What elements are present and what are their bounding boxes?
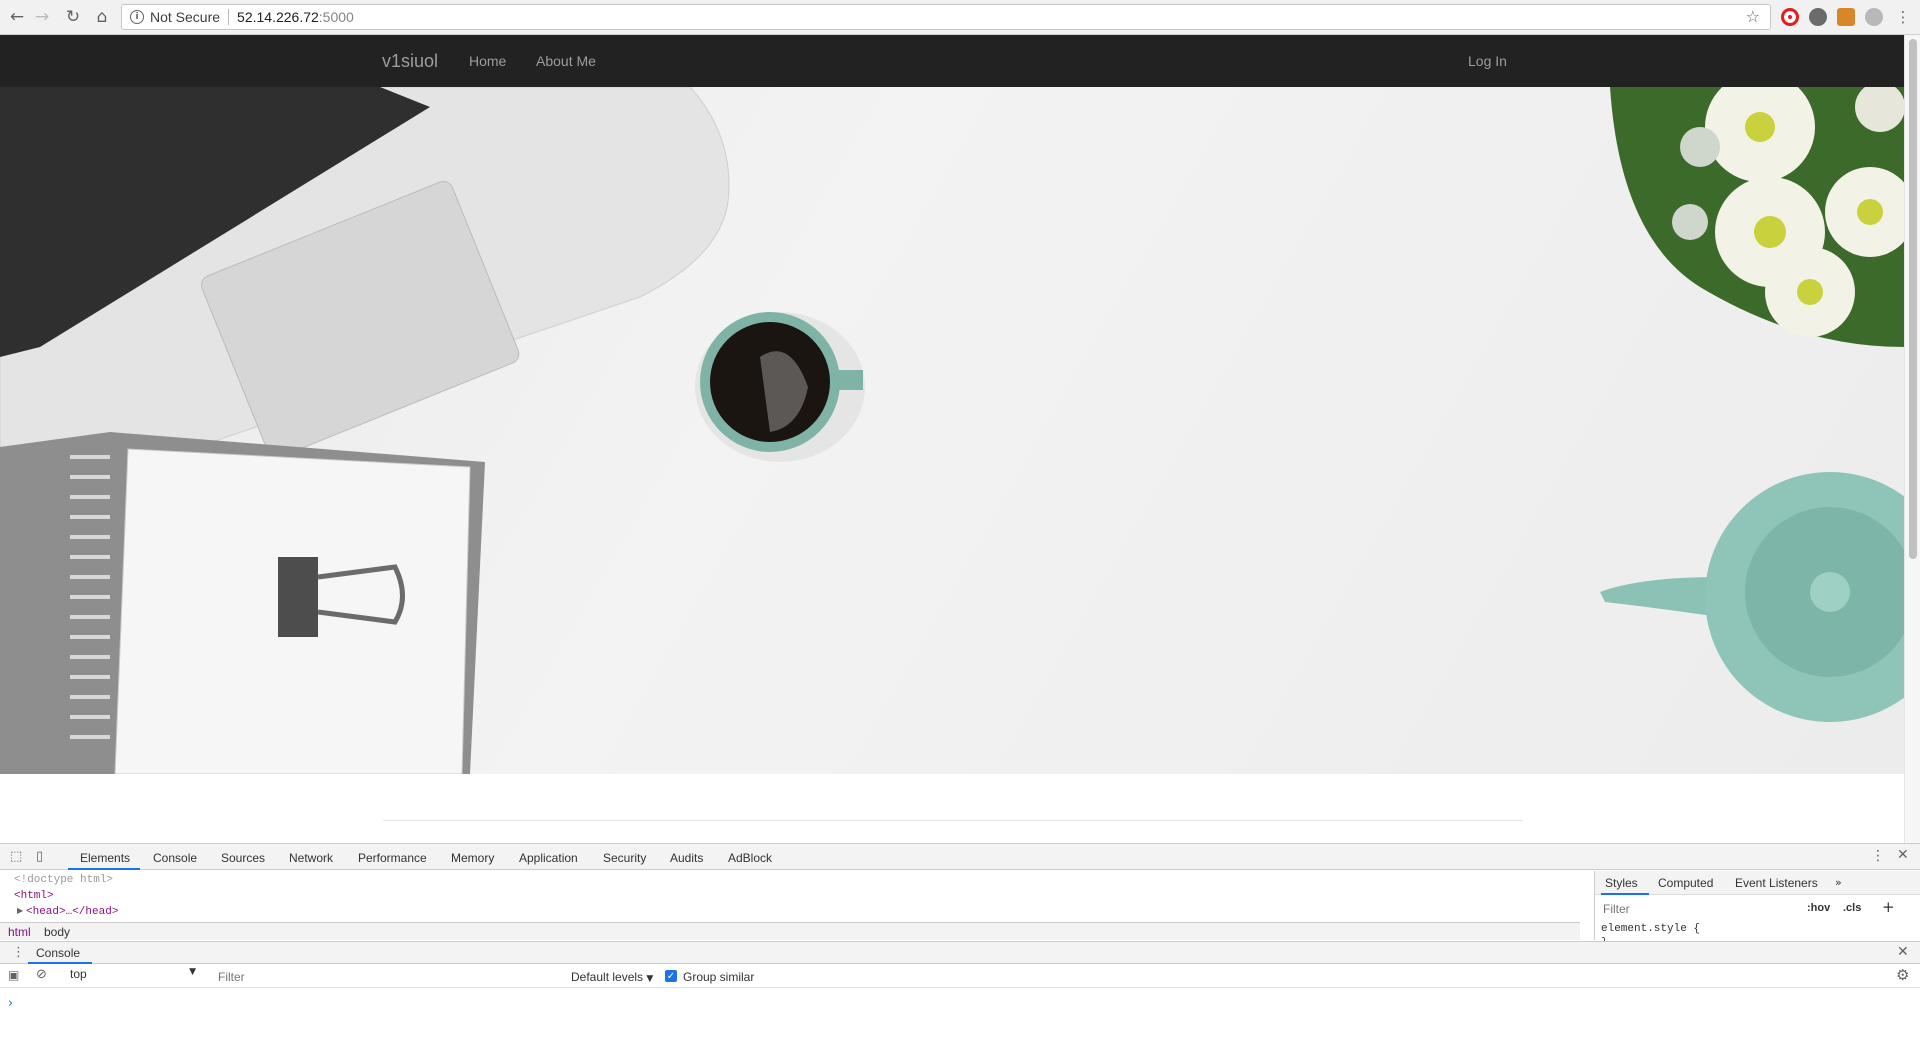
brand-link[interactable]: v1siuol: [382, 51, 438, 72]
inspect-element-icon[interactable]: ⬚: [10, 849, 22, 864]
forward-icon[interactable]: →: [30, 5, 54, 29]
dom-line-head[interactable]: <head>…</head>: [26, 906, 118, 918]
group-similar-label: Group similar: [683, 970, 755, 984]
clear-console-icon[interactable]: ⊘: [36, 967, 47, 982]
flowers: [1610, 87, 1904, 347]
cls-toggle[interactable]: .cls: [1843, 902, 1861, 914]
bookmark-star-icon[interactable]: ☆: [1746, 7, 1760, 26]
nav-home-link[interactable]: Home: [469, 53, 506, 69]
divider: [228, 9, 230, 25]
tab-event-listeners[interactable]: Event Listeners: [1735, 876, 1818, 890]
devtools-menu-icon[interactable]: ⋮: [1871, 848, 1885, 864]
scrollbar-thumb[interactable]: [1909, 39, 1917, 559]
console-toolbar: ▣ ⊘ top ▼ Default levels ▼ ✓ Group simil…: [0, 964, 1920, 988]
styles-active-indicator: [1601, 893, 1649, 895]
notebook: [0, 432, 485, 774]
elements-tree: <!doctype html> <html> <head>…</head> ▶: [0, 871, 1580, 921]
drawer-tabbar: ⋮ Console ✕: [0, 942, 1920, 964]
hov-toggle[interactable]: :hov: [1807, 902, 1830, 914]
shield-extension-icon[interactable]: [1809, 8, 1827, 26]
styles-tabbar: Styles Computed Event Listeners »: [1595, 871, 1920, 895]
desk-illustration: [0, 87, 1904, 774]
home-icon[interactable]: ⌂: [90, 5, 114, 29]
tab-elements[interactable]: Elements: [80, 851, 130, 865]
extension-icon[interactable]: [1837, 8, 1855, 26]
breadcrumb-html[interactable]: html: [8, 925, 31, 939]
devtools-panel: ⬚ ▯ Elements Console Sources Network Per…: [0, 843, 1920, 1042]
tab-performance[interactable]: Performance: [358, 851, 427, 865]
dom-line-html[interactable]: <html>: [14, 890, 54, 902]
console-drawer: ⋮ Console ✕ ▣ ⊘ top ▼ Default levels ▼ ✓…: [0, 941, 1920, 1042]
console-filter-input[interactable]: [218, 968, 558, 986]
tab-sources[interactable]: Sources: [221, 851, 265, 865]
teapot: [1600, 472, 1904, 722]
login-link[interactable]: Log In: [1468, 53, 1507, 69]
dropdown-caret-icon: ▼: [189, 967, 196, 977]
levels-caret-icon: ▼: [646, 974, 654, 984]
address-bar[interactable]: i Not Secure 52.14.226.72 :5000 ☆: [121, 4, 1771, 30]
drawer-menu-icon[interactable]: ⋮: [12, 945, 25, 960]
tab-network[interactable]: Network: [289, 851, 333, 865]
tab-console[interactable]: Console: [153, 851, 197, 865]
cloud-extension-icon[interactable]: [1865, 8, 1883, 26]
device-toggle-icon[interactable]: ▯: [36, 849, 43, 864]
drawer-tab-console[interactable]: Console: [36, 946, 80, 960]
context-value: top: [70, 967, 87, 981]
back-icon[interactable]: ←: [5, 5, 29, 29]
breadcrumb: html body: [0, 922, 1580, 940]
nav-about-link[interactable]: About Me: [536, 53, 596, 69]
content-divider: [383, 820, 1523, 821]
sidebar-toggle-icon[interactable]: ▣: [8, 968, 19, 982]
more-tabs-icon[interactable]: »: [1835, 876, 1842, 889]
url-host: 52.14.226.72: [237, 9, 319, 25]
site-navbar: v1siuol Home About Me Log In: [0, 35, 1904, 87]
devtools-tabbar: ⬚ ▯ Elements Console Sources Network Per…: [0, 844, 1920, 870]
hero-image: [0, 87, 1904, 774]
dom-line-doctype[interactable]: <!doctype html>: [14, 874, 113, 886]
active-tab-indicator: [68, 868, 140, 870]
security-label: Not Secure: [150, 9, 221, 25]
group-similar-checkbox[interactable]: ✓: [665, 970, 677, 982]
drawer-close-icon[interactable]: ✕: [1897, 944, 1909, 960]
context-select[interactable]: top ▼: [70, 967, 202, 985]
info-icon[interactable]: i: [130, 10, 144, 24]
reload-icon[interactable]: ↻: [61, 5, 85, 29]
log-levels-label: Default levels: [571, 970, 644, 984]
add-rule-icon[interactable]: +: [1882, 898, 1895, 916]
styles-sidebar: Styles Computed Event Listeners » :hov .…: [1594, 871, 1920, 949]
expand-triangle-icon[interactable]: ▶: [17, 906, 23, 916]
log-levels-dropdown[interactable]: Default levels ▼: [571, 970, 653, 984]
tab-audits[interactable]: Audits: [670, 851, 703, 865]
browser-toolbar: ← → ↻ ⌂ i Not Secure 52.14.226.72 :5000 …: [0, 0, 1920, 35]
styles-filter-input[interactable]: [1603, 900, 1803, 918]
devtools-close-icon[interactable]: ✕: [1897, 847, 1909, 863]
tab-styles[interactable]: Styles: [1605, 876, 1638, 890]
page-scrollbar[interactable]: [1904, 35, 1920, 843]
coffee-cup: [695, 312, 865, 462]
opera-extension-icon[interactable]: [1781, 8, 1799, 26]
url-port: :5000: [318, 9, 354, 25]
console-prompt-icon[interactable]: ›: [8, 996, 13, 1011]
console-settings-gear-icon[interactable]: ⚙: [1896, 966, 1909, 984]
tab-security[interactable]: Security: [603, 851, 646, 865]
tab-application[interactable]: Application: [519, 851, 578, 865]
tab-memory[interactable]: Memory: [451, 851, 494, 865]
breadcrumb-body[interactable]: body: [44, 925, 70, 939]
tab-computed[interactable]: Computed: [1658, 876, 1713, 890]
tab-adblock[interactable]: AdBlock: [728, 851, 772, 865]
menu-kebab-icon[interactable]: ⋮: [1891, 5, 1915, 29]
